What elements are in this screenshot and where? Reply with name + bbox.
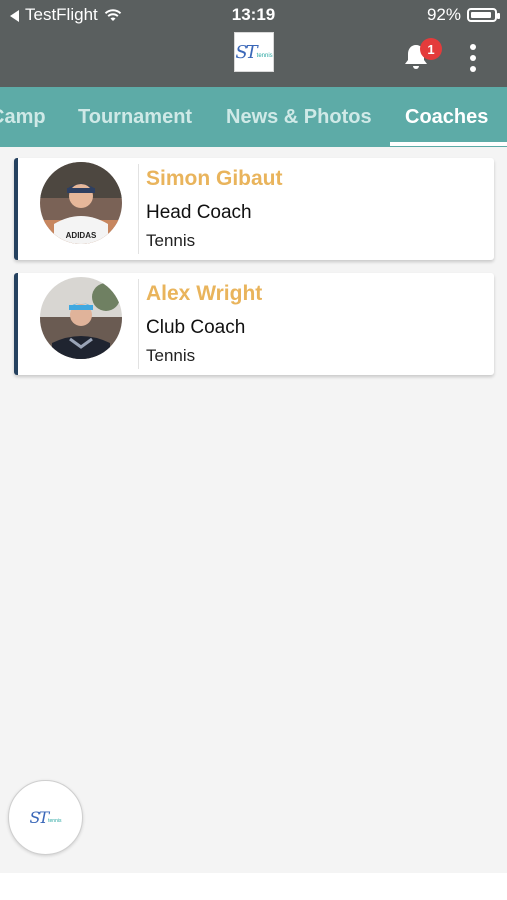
coaches-list: ADIDAS Simon Gibaut Head Coach Tennis Al… (0, 147, 507, 873)
battery-percent: 92% (426, 5, 461, 24)
coach-role: Head Coach (146, 202, 252, 223)
coach-card[interactable]: ADIDAS Simon Gibaut Head Coach Tennis (14, 158, 494, 260)
tab-tournament[interactable]: Tournament (78, 87, 192, 147)
active-tab-indicator (390, 142, 507, 146)
avatar (40, 277, 122, 359)
battery-status: 92% (426, 5, 500, 25)
tab-bar: Camp Tournament News & Photos Coaches (0, 87, 507, 147)
card-divider (138, 164, 139, 254)
logo-mark: ST (235, 41, 257, 63)
coach-sport: Tennis (146, 231, 196, 250)
avatar: ADIDAS (40, 162, 122, 244)
card-divider (138, 279, 139, 369)
notification-badge: 1 (420, 38, 442, 60)
status-bar: TestFlight 13:19 92% (0, 0, 507, 30)
coach-name: Alex Wright (146, 282, 263, 305)
logo-fab-button[interactable]: ST tennis (8, 780, 83, 855)
fab-logo-text: tennis (48, 817, 62, 824)
tab-camp[interactable]: Camp (0, 87, 46, 147)
battery-icon (467, 8, 500, 22)
coach-sport: Tennis (146, 346, 196, 365)
coach-role: Club Coach (146, 317, 246, 338)
coach-name: Simon Gibaut (146, 167, 283, 190)
fab-logo-mark: ST (29, 808, 50, 827)
shirt-text: ADIDAS (66, 231, 97, 240)
bottom-safe-area (0, 873, 507, 900)
tab-coaches[interactable]: Coaches (405, 87, 488, 147)
app-header: TestFlight 13:19 92% ST tennis 1 (0, 0, 507, 87)
tab-news-photos[interactable]: News & Photos (226, 87, 372, 147)
more-vert-icon[interactable] (468, 44, 478, 72)
coach-card[interactable]: Alex Wright Club Coach Tennis (14, 273, 494, 375)
app-logo[interactable]: ST tennis (234, 32, 274, 72)
logo-text: tennis (256, 53, 273, 59)
